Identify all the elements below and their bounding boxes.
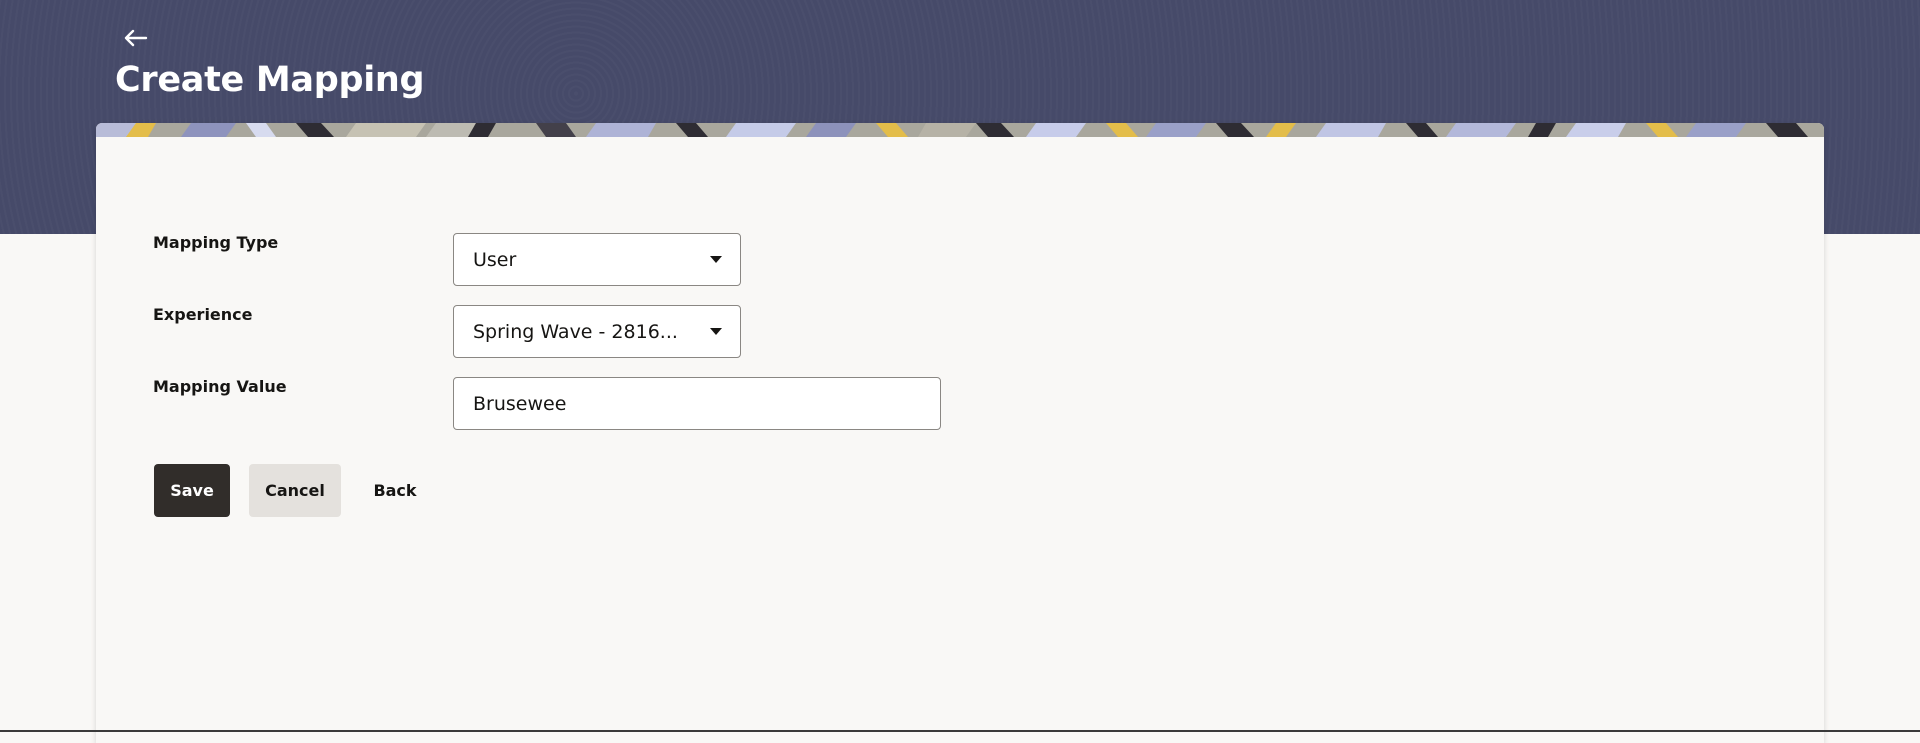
- cancel-button[interactable]: Cancel: [249, 464, 341, 517]
- mapping-type-value: User: [473, 248, 517, 271]
- mapping-value-label: Mapping Value: [153, 377, 287, 396]
- experience-label: Experience: [153, 305, 253, 324]
- experience-value: Spring Wave - 2816...: [473, 320, 678, 343]
- mapping-type-select[interactable]: User: [453, 233, 741, 286]
- save-button[interactable]: Save: [154, 464, 230, 517]
- chevron-down-icon: [710, 327, 722, 335]
- back-button[interactable]: Back: [362, 464, 428, 517]
- back-arrow-icon[interactable]: [122, 24, 150, 52]
- chevron-down-icon: [710, 255, 722, 263]
- experience-select[interactable]: Spring Wave - 2816...: [453, 305, 741, 358]
- form-panel: Mapping Type User Experience Spring Wave…: [96, 123, 1824, 743]
- decorative-stripe: [96, 123, 1824, 137]
- page-title: Create Mapping: [115, 60, 425, 100]
- mapping-value-input[interactable]: [453, 377, 941, 430]
- mapping-type-label: Mapping Type: [153, 233, 279, 252]
